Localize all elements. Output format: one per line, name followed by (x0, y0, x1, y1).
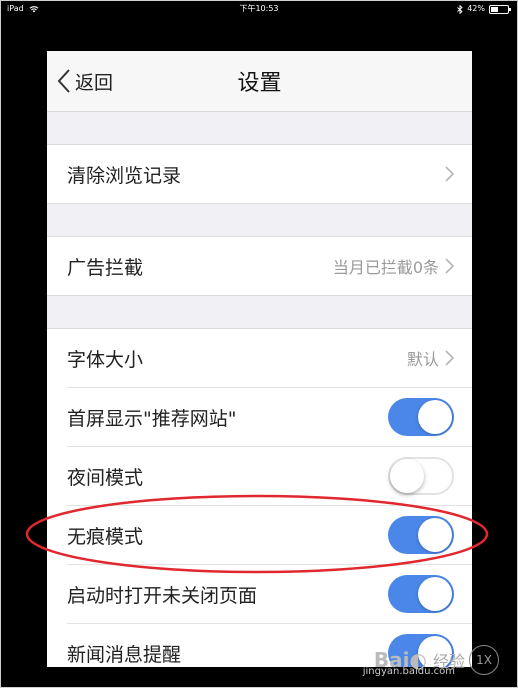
nav-bar: 返回 设置 (47, 51, 472, 112)
row-label: 清除浏览记录 (67, 164, 182, 187)
font-size-value: 默认 (406, 350, 439, 369)
chevron-right-icon (445, 350, 454, 366)
row-ad-block[interactable]: 广告拦截 当月已拦截0条 (67, 237, 472, 295)
restore-pages-toggle[interactable] (388, 575, 454, 613)
row-label: 新闻消息提醒 (67, 643, 182, 666)
row-label: 启动时打开未关闭页面 (67, 584, 258, 607)
page-title: 设置 (237, 71, 282, 96)
group-preferences: 字体大小 默认 首屏显示"推荐网站" 夜间模式 无痕模式 启动时打开未关闭页面 (47, 328, 472, 667)
device-frame: iPad 下午10:53 42% 返回 设置 清除浏览记录 广告拦截 当月已拦截… (0, 0, 518, 688)
home-recommend-toggle[interactable] (388, 398, 454, 436)
battery-icon (489, 5, 511, 14)
row-incognito: 无痕模式 (67, 506, 472, 565)
row-label: 字体大小 (67, 348, 144, 371)
row-home-recommend: 首屏显示"推荐网站" (67, 388, 472, 447)
toggle-knob (418, 400, 452, 434)
ad-block-count: 当月已拦截0条 (332, 258, 439, 277)
row-clear-history[interactable]: 清除浏览记录 (67, 145, 472, 203)
row-label: 夜间模式 (67, 466, 144, 489)
settings-screen: 返回 设置 清除浏览记录 广告拦截 当月已拦截0条 字体大小 默认 首屏显示"推… (47, 51, 472, 667)
row-label: 广告拦截 (67, 256, 144, 279)
row-label: 首屏显示"推荐网站" (67, 407, 237, 430)
battery-fill (491, 7, 498, 12)
bluetooth-icon (457, 4, 463, 14)
group-history: 清除浏览记录 (47, 144, 472, 204)
status-bar: iPad 下午10:53 42% (1, 1, 517, 17)
group-ad-block: 广告拦截 当月已拦截0条 (47, 236, 472, 296)
toggle-knob (390, 459, 424, 493)
zoom-badge: 1X (469, 645, 499, 675)
watermark: Bai◐ 经验 1X jingyan.baidu.com (363, 645, 499, 677)
toggle-knob (418, 577, 452, 611)
chevron-right-icon (445, 166, 454, 182)
night-mode-toggle[interactable] (388, 457, 454, 495)
row-restore-pages: 启动时打开未关闭页面 (67, 565, 472, 624)
chevron-right-icon (445, 258, 454, 274)
watermark-url: jingyan.baidu.com (362, 666, 455, 677)
incognito-toggle[interactable] (388, 516, 454, 554)
status-time: 下午10:53 (239, 4, 279, 13)
row-font-size[interactable]: 字体大小 默认 (67, 329, 472, 388)
row-label: 无痕模式 (67, 525, 144, 548)
row-night-mode: 夜间模式 (67, 447, 472, 506)
toggle-knob (418, 518, 452, 552)
battery-percent: 42% (467, 4, 485, 13)
status-right: 42% (457, 1, 511, 17)
